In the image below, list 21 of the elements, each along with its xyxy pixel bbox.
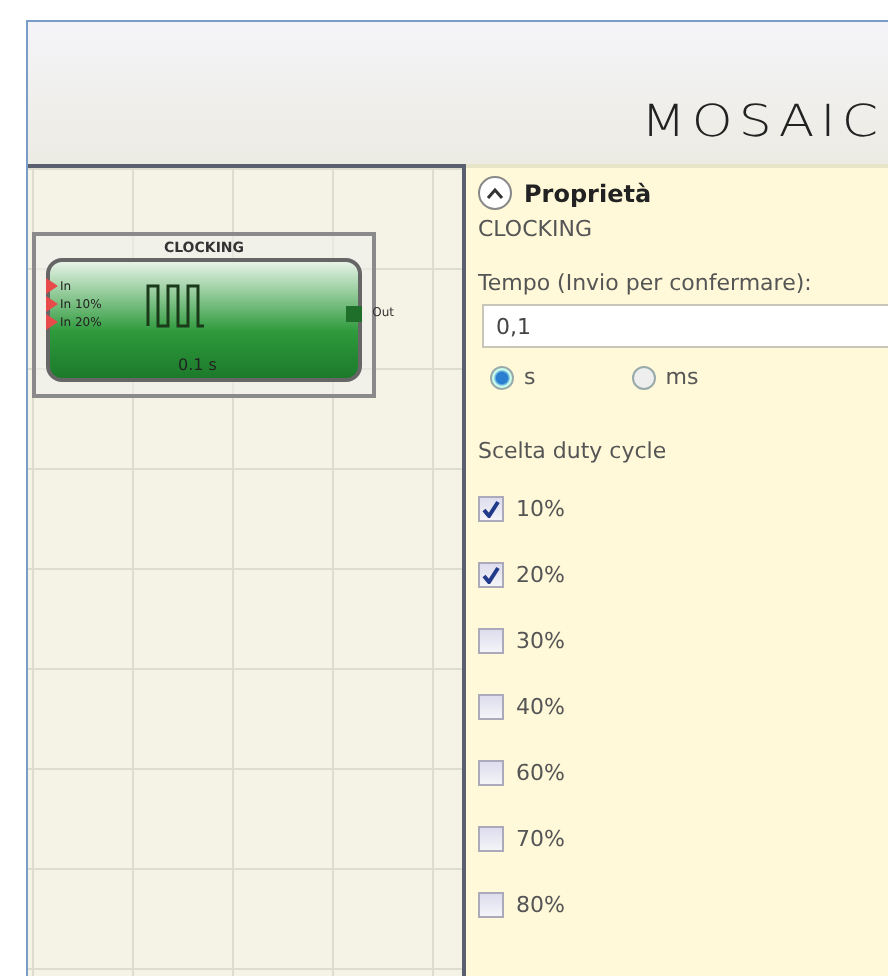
duty-checkbox[interactable]: 10%: [478, 476, 888, 542]
collapse-button[interactable]: [478, 176, 512, 210]
duty-label: Scelta duty cycle: [478, 438, 669, 464]
block-name: CLOCKING: [478, 216, 594, 242]
unit-radio[interactable]: s: [490, 364, 536, 390]
time-field[interactable]: 0,1: [482, 304, 888, 348]
duty-checkbox[interactable]: 30%: [478, 608, 888, 674]
checkmark-icon: [482, 500, 500, 518]
duty-checkbox[interactable]: 20%: [478, 542, 888, 608]
square-wave-icon: [146, 282, 206, 330]
duty-checkbox[interactable]: 60%: [478, 740, 888, 806]
time-label: Tempo (Invio per confermare):: [478, 270, 814, 296]
unit-radio[interactable]: ms: [631, 364, 699, 390]
block-value: 0.1 s: [178, 356, 217, 374]
panel-title: Proprietà: [524, 179, 652, 207]
duty-checkbox[interactable]: 40%: [478, 674, 888, 740]
duty-checkbox[interactable]: 70%: [478, 806, 888, 872]
chevron-up-icon: [486, 187, 504, 199]
checkmark-icon: [482, 566, 500, 584]
logo: MOSAIC: [641, 99, 884, 145]
duty-checkbox[interactable]: 80%: [478, 872, 888, 938]
